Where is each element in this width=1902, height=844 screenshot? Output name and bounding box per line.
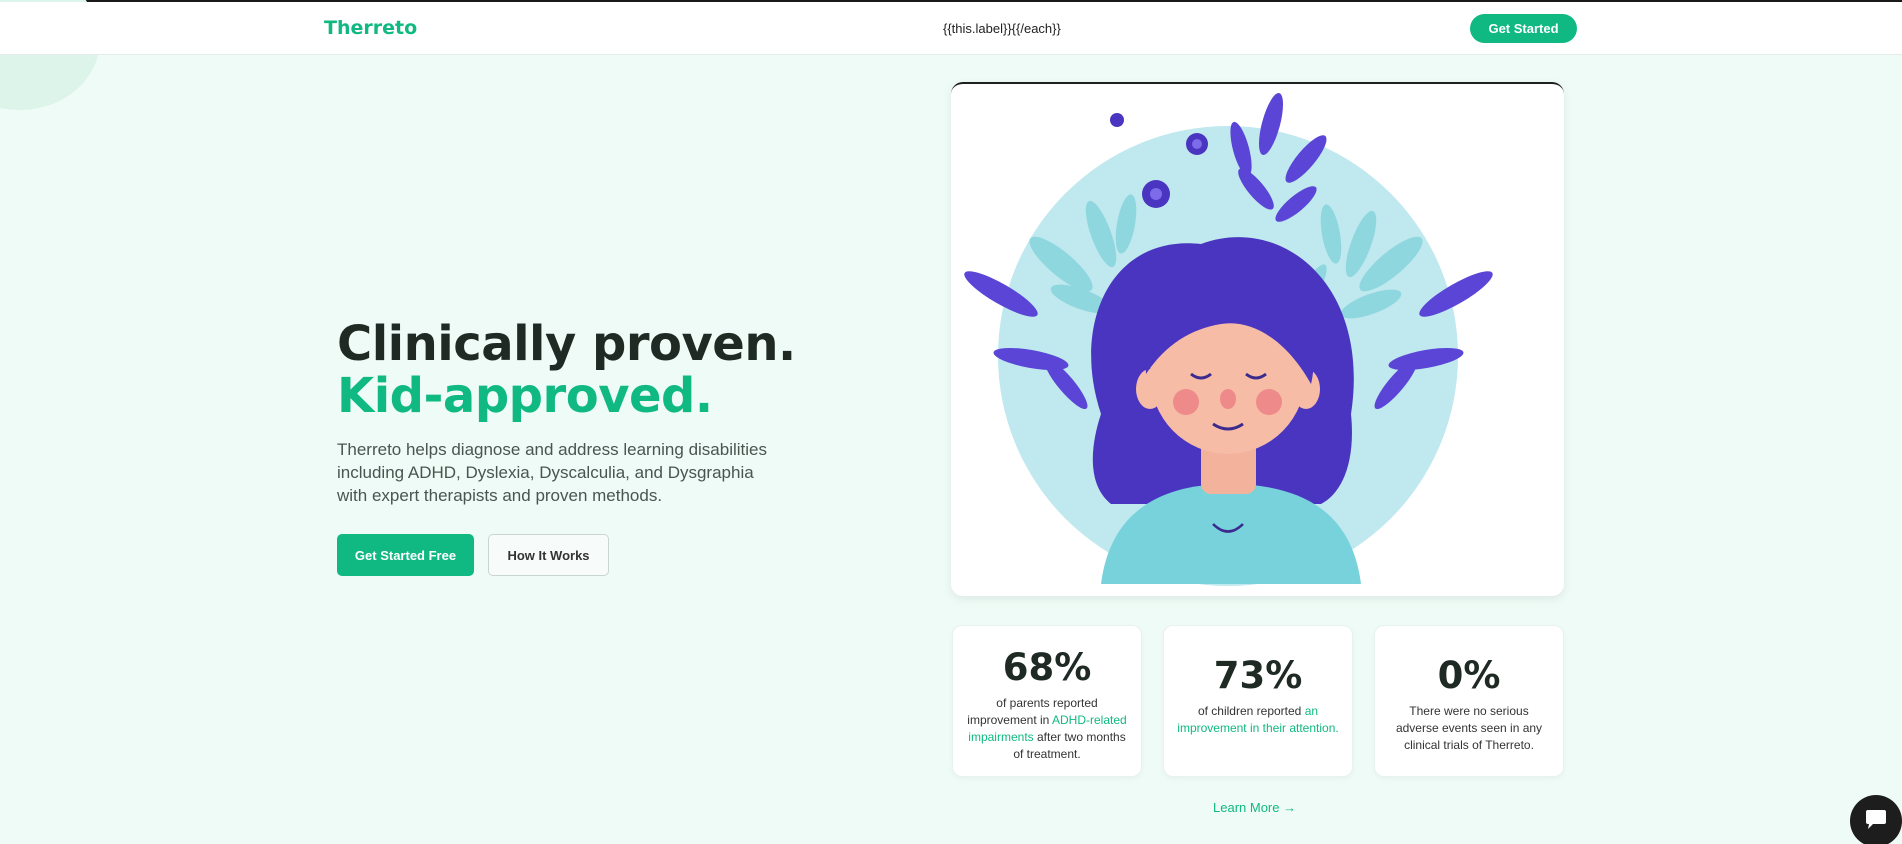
stat-value: 68% [1002, 646, 1092, 689]
girl-illustration [964, 93, 1493, 586]
chat-widget-button[interactable] [1850, 795, 1902, 844]
hero-title-line2: Kid-approved. [337, 368, 713, 424]
stat-text: of parents reported improvement in ADHD-… [953, 695, 1141, 763]
stat-card: 68% of parents reported improvement in A… [952, 625, 1142, 777]
hero-title: Clinically proven. Kid-approved. [337, 318, 796, 422]
hero-illustration-card [951, 82, 1564, 596]
how-it-works-button[interactable]: How It Works [488, 534, 609, 576]
stat-value: 73% [1213, 654, 1303, 697]
stat-text-before: of children reported [1197, 704, 1305, 718]
navbar: Therreto {{this.label}}{{/each}} Get Sta… [0, 2, 1902, 55]
nav-links-template-text: {{this.label}}{{/each}} [943, 21, 1061, 36]
stat-text: There were no serious adverse events see… [1395, 704, 1543, 752]
chat-bubble-icon [1866, 810, 1886, 829]
stat-text: of children reported an improvement in t… [1164, 703, 1352, 737]
logo[interactable]: Therreto [324, 17, 417, 39]
stat-card: 73% of children reported an improvement … [1163, 625, 1353, 777]
learn-more-link[interactable]: Learn More → [1213, 800, 1296, 815]
stat-card: 0% There were no serious adverse events … [1374, 625, 1564, 777]
get-started-free-button[interactable]: Get Started Free [337, 534, 474, 576]
stat-value: 0% [1437, 654, 1501, 697]
get-started-button[interactable]: Get Started [1470, 14, 1577, 43]
hero-title-line1: Clinically proven. [337, 316, 796, 372]
hero-description: Therreto helps diagnose and address lear… [337, 440, 767, 505]
